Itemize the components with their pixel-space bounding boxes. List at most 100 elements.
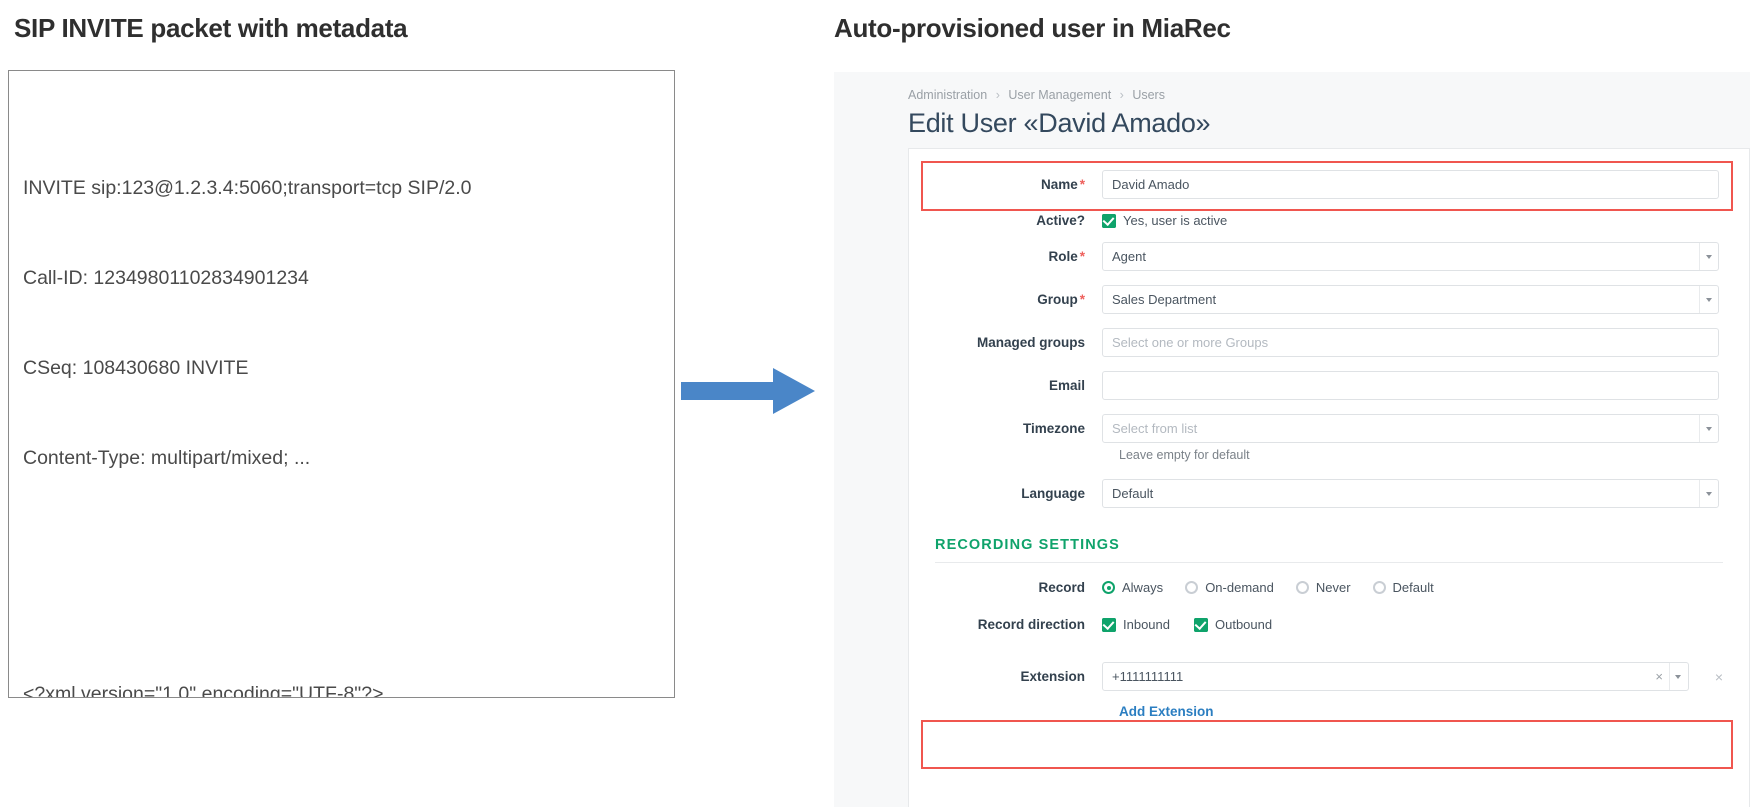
sip-packet-code: INVITE sip:123@1.2.3.4:5060;transport=tc… [9,71,674,698]
extension-input-value: +1111111111 [1112,669,1184,684]
form-row-timezone: Timezone Select from list [909,407,1749,450]
remove-extension-icon[interactable]: × [1705,669,1723,685]
edit-user-form-card: Name * David Amado Active? Yes, user is a… [908,148,1750,807]
active-checkbox-label: Yes, user is active [1123,213,1228,228]
breadcrumb-item-user-management[interactable]: User Management [1008,88,1111,102]
clear-icon[interactable]: × [1649,669,1669,684]
chevron-down-icon[interactable] [1699,415,1718,442]
section-divider [935,562,1723,563]
label-role-text: Role [1048,249,1078,264]
language-select[interactable]: Default [1102,479,1719,508]
radio-label: Never [1315,580,1351,595]
chevron-down-icon[interactable] [1699,286,1718,313]
label-active: Active? [1036,213,1085,228]
name-input[interactable]: David Amado [1102,170,1719,199]
managed-groups-input[interactable]: Select one or more Groups [1102,328,1719,357]
radio-icon[interactable] [1295,581,1309,594]
breadcrumb-separator-icon: › [1119,88,1124,102]
label-timezone: Timezone [1022,421,1085,436]
radio-record-on-demand[interactable]: On-demand [1185,580,1274,595]
screenshot-root: SIP INVITE packet with metadata INVITE s… [0,0,1750,807]
group-select-value: Sales Department [1112,292,1217,307]
timezone-select[interactable]: Select from list [1102,414,1719,443]
right-panel-title: Auto-provisioned user in MiaRec [834,13,1231,43]
radio-icon[interactable] [1102,581,1115,594]
breadcrumb-item-users[interactable]: Users [1132,88,1165,102]
checkbox-label: Outbound [1215,617,1273,632]
checkbox-icon[interactable] [1102,213,1116,228]
role-select[interactable]: Agent [1102,242,1719,271]
label-extension: Extension [1020,669,1085,684]
radio-record-never[interactable]: Never [1295,580,1351,595]
label-record: Record [1038,580,1085,595]
extension-field-highlight-box [921,720,1733,769]
required-marker: * [1079,292,1085,307]
add-extension-link[interactable]: Add Extension [909,698,1749,719]
radio-label: On-demand [1205,580,1274,595]
timezone-placeholder: Select from list [1112,421,1198,436]
chevron-down-icon[interactable] [1699,243,1718,270]
form-row-active: Active? Yes, user is active [909,206,1749,235]
label-managed-groups: Managed groups [976,335,1085,350]
checkbox-outbound[interactable]: Outbound [1194,617,1272,632]
checkbox-label: Inbound [1123,617,1170,632]
form-row-extension: Extension +1111111111 × × [909,655,1749,698]
label-group: Group * [909,292,1102,307]
radio-icon[interactable] [1372,581,1386,594]
blank-separator [23,563,674,589]
sip-packet-box: INVITE sip:123@1.2.3.4:5060;transport=tc… [8,70,675,698]
label-group-text: Group [1037,292,1078,307]
chevron-down-icon[interactable] [1669,663,1686,690]
label-email: Email [1048,378,1085,393]
sip-header-line: CSeq: 108430680 INVITE [23,357,249,379]
email-input[interactable] [1102,371,1719,400]
label-language: Language [1021,486,1085,501]
record-direction-group: Inbound Outbound [1102,617,1272,632]
sip-header-line: Call-ID: 12349801102834901234 [23,267,309,289]
form-row-record: Record Always On-demand Never Default [909,573,1749,602]
xml-line: <?xml version="1.0" encoding="UTF-8"?> [23,683,384,698]
label-name: Name * [909,177,1102,192]
form-row-group: Group * Sales Department [909,278,1749,321]
label-name-text: Name [1040,177,1078,192]
form-row-name: Name * David Amado [909,163,1749,206]
left-panel-title: SIP INVITE packet with metadata [14,13,408,43]
radio-label: Always [1122,580,1164,595]
breadcrumb-separator-icon: › [995,88,1000,102]
radio-record-default[interactable]: Default [1372,580,1434,595]
extension-input-controls: × [1649,663,1686,690]
timezone-help-text: Leave empty for default [1119,448,1250,462]
recording-settings-heading: RECORDING SETTINGS [935,537,1120,553]
record-radio-group: Always On-demand Never Default [1102,580,1434,595]
checkbox-icon[interactable] [1194,617,1208,632]
breadcrumb-item-administration[interactable]: Administration [908,88,987,102]
miarec-app: Administration › User Management › Users… [834,72,1750,807]
active-checkbox[interactable]: Yes, user is active [1102,213,1227,228]
breadcrumb: Administration › User Management › Users [834,72,1750,102]
checkbox-icon[interactable] [1102,617,1116,632]
form-row-managed-groups: Managed groups Select one or more Groups [909,321,1749,364]
name-input-value: David Amado [1112,177,1190,192]
extension-input[interactable]: +1111111111 × [1102,662,1689,691]
chevron-down-icon[interactable] [1699,480,1718,507]
form-row-language: Language Default [909,472,1749,515]
required-marker: * [1079,177,1085,192]
page-title: Edit User «David Amado» [908,108,1211,138]
form-row-role: Role * Agent [909,235,1749,278]
form-row-email: Email [909,364,1749,407]
checkbox-inbound[interactable]: Inbound [1102,617,1170,632]
group-select[interactable]: Sales Department [1102,285,1719,314]
label-record-direction: Record direction [977,617,1085,632]
required-marker: * [1079,249,1085,264]
sip-header-line: INVITE sip:123@1.2.3.4:5060;transport=tc… [23,177,472,199]
managed-groups-placeholder: Select one or more Groups [1112,335,1269,350]
form-row-record-direction: Record direction Inbound Outbound [909,610,1749,639]
radio-record-always[interactable]: Always [1102,580,1163,595]
miarec-panel: Auto-provisioned user in MiaRec Administ… [760,0,1750,807]
language-select-value: Default [1112,486,1154,501]
sip-header-line: Content-Type: multipart/mixed; ... [23,447,311,469]
sip-packet-panel: SIP INVITE packet with metadata INVITE s… [0,0,760,807]
role-select-value: Agent [1112,249,1146,264]
radio-icon[interactable] [1185,581,1199,594]
radio-label: Default [1392,580,1434,595]
